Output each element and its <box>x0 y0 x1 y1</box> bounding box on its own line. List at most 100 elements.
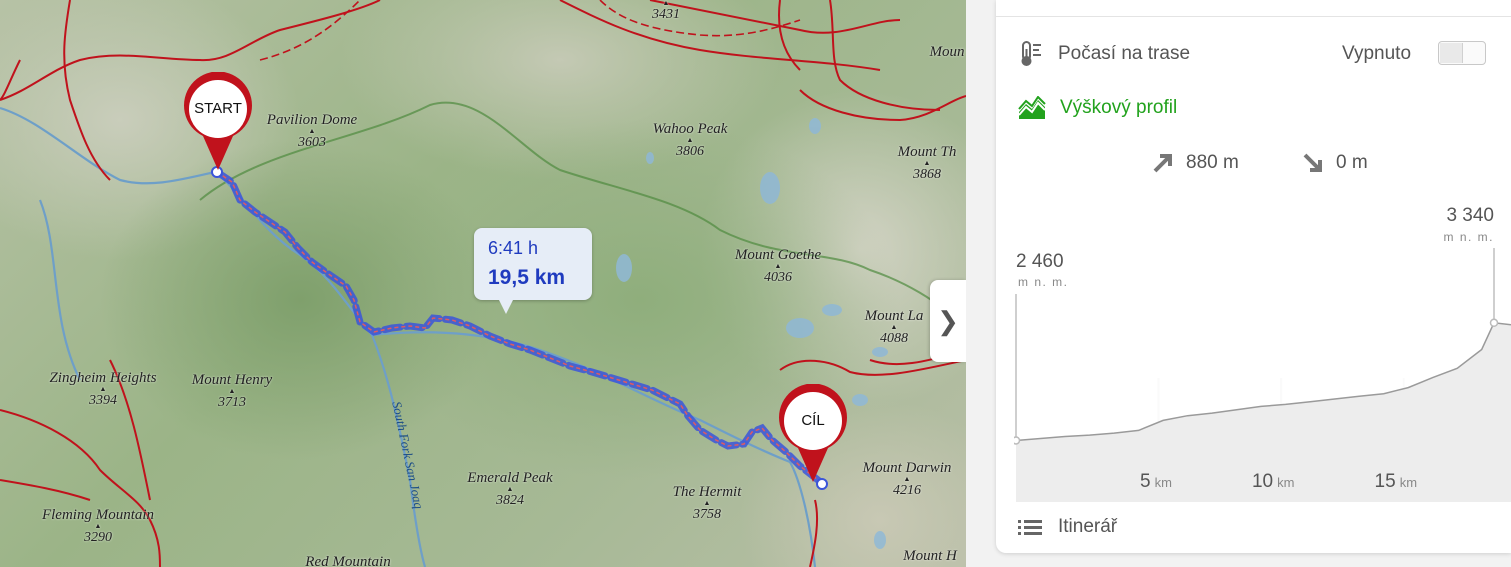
map-pin-icon <box>779 383 847 482</box>
peak-icon: ▲ <box>99 385 107 393</box>
start-marker-label: START <box>194 100 242 117</box>
itinerary-label: Itinerář <box>1058 516 1118 537</box>
elevation-profile-icon <box>1018 96 1046 119</box>
descent-value: 0 m <box>1336 152 1368 173</box>
peak-name: The Hermit <box>672 484 742 500</box>
peak-elevation: 4036 <box>763 270 792 285</box>
route-time: 6:41 h <box>488 238 539 258</box>
peak-elevation: 3603 <box>298 135 326 150</box>
peak-label: Mount Darwin ▲ 4216 <box>863 460 952 499</box>
start-elevation-unit: m n. m. <box>1018 275 1069 289</box>
peak-label: Wahoo Peak ▲ 3806 <box>653 121 728 160</box>
peak-icon: ▲ <box>228 387 236 395</box>
x-tick-label: 10 <box>1252 471 1273 492</box>
peak-label: Red Mountain <box>305 554 390 567</box>
peak-name: Mount Henry <box>191 372 273 388</box>
peak-name: Fleming Mountain <box>41 507 155 523</box>
peak-label: Mount Th ▲ 3868 <box>898 144 957 183</box>
map-view[interactable]: Pavilion Dome ▲ 3603 Wahoo Peak ▲ 3806 M… <box>0 0 966 567</box>
peak-icon: ▲ <box>308 127 316 135</box>
start-marker[interactable]: START <box>181 71 255 172</box>
peak-elevation: 3431 <box>652 7 680 22</box>
end-elevation-point <box>1489 318 1499 328</box>
peak-label: Zingheim Heights ▲ 3394 <box>49 370 156 409</box>
arrow-down-right-icon <box>1303 153 1322 172</box>
ascent-stat: 880 m <box>1152 152 1239 174</box>
start-elevation-value: 2 460 <box>1016 251 1064 272</box>
peak-elevation: 3290 <box>83 530 112 545</box>
end-marker-label: CÍL <box>801 412 825 429</box>
peak-label: Mount H <box>903 548 957 564</box>
route-card: Počasí na trase Vypnuto Výškový profil 8… <box>996 0 1511 553</box>
end-elevation-value: 3 340 <box>1446 205 1494 226</box>
x-tick-label: 5 <box>1140 471 1151 492</box>
weather-row: Počasí na trase <box>1018 39 1190 69</box>
peak-icon: ▲ <box>923 159 931 167</box>
start-elevation-point <box>1014 436 1021 445</box>
peak-label: Fleming Mountain ▲ 3290 <box>42 507 154 546</box>
peak-elevation: 4216 <box>892 483 921 498</box>
peak-name: Mount H <box>903 548 957 564</box>
peak-elevation: 4088 <box>879 331 908 346</box>
peak-icon: ▲ <box>774 262 782 270</box>
peak-elevation: 3758 <box>693 507 721 522</box>
peak-elevation: 3713 <box>218 395 246 410</box>
route-info-bubble: 6:41 h 19,5 km <box>474 228 592 314</box>
peak-icon: ▲ <box>890 323 898 331</box>
peak-label: Mount Goethe ▲ 4036 <box>735 247 821 286</box>
route-distance: 19,5 km <box>488 266 566 289</box>
peak-elevation: 3824 <box>495 493 524 508</box>
peak-icon: ▲ <box>94 522 102 530</box>
x-tick-label: 15 <box>1375 471 1396 492</box>
route-centerline <box>216 171 823 485</box>
divider <box>996 16 1511 17</box>
peak-name: Pavilion Dome <box>266 112 358 128</box>
chevron-right-icon: ❯ <box>937 305 959 336</box>
lakes <box>616 118 888 549</box>
peak-name: Emerald Peak <box>467 470 553 486</box>
peak-label: The Hermit ▲ 3758 <box>673 484 742 523</box>
route-path[interactable] <box>213 168 826 488</box>
weather-toggle[interactable] <box>1438 41 1486 65</box>
peak-name: Zingheim Heights <box>49 370 157 386</box>
x-tick-unit: km <box>1155 475 1172 490</box>
profile-label: Výškový profil <box>1060 97 1178 118</box>
peak-elevation: 3806 <box>675 144 704 159</box>
x-tick-unit: km <box>1400 475 1417 490</box>
side-panel: Počasí na trase Vypnuto Výškový profil 8… <box>966 0 1511 567</box>
end-marker[interactable]: CÍL <box>776 383 850 484</box>
weather-toggle-label: Vypnuto <box>1342 43 1412 64</box>
peak-name: Wahoo Peak <box>652 121 728 137</box>
peak-name: Red Mountain <box>305 554 391 567</box>
descent-stat: 0 m <box>1302 152 1368 174</box>
peak-label: Moun <box>930 44 965 60</box>
elevation-chart[interactable]: 2 460 m n. m. 3 340 m n. m. 5 km 10 km 15 km <box>1014 198 1511 504</box>
profile-row[interactable]: Výškový profil <box>1018 93 1177 123</box>
map-pin-icon <box>184 71 252 170</box>
peak-icon: ▲ <box>662 0 670 7</box>
x-tick-unit: km <box>1277 475 1294 490</box>
itinerary-row[interactable]: Itinerář <box>1018 516 1117 538</box>
peak-icon: ▲ <box>686 136 694 144</box>
peak-icon: ▲ <box>703 499 711 507</box>
peak-elevation: 3394 <box>89 393 117 408</box>
peak-icon: ▲ <box>903 475 911 483</box>
toggle-knob <box>1440 43 1463 63</box>
thermometer-icon <box>1021 41 1041 66</box>
ascent-value: 880 m <box>1186 152 1239 173</box>
peak-label: Mount Henry ▲ 3713 <box>192 372 272 411</box>
peak-name: Mount Th <box>897 144 957 160</box>
dashed-boundaries <box>259 0 801 61</box>
peak-label: ▲ 3431 <box>652 0 680 23</box>
peak-elevation: 3868 <box>912 167 941 182</box>
peak-name: Mount Goethe <box>734 247 822 263</box>
peak-label: Emerald Peak ▲ 3824 <box>467 470 552 509</box>
weather-label: Počasí na trase <box>1058 43 1191 64</box>
collapse-panel-button[interactable]: ❯ <box>930 280 966 362</box>
peak-icon: ▲ <box>506 485 514 493</box>
list-icon <box>1018 520 1042 535</box>
peak-name: Mount La <box>864 308 924 324</box>
peak-name: Moun <box>929 44 965 60</box>
peak-label: Pavilion Dome ▲ 3603 <box>267 112 357 151</box>
end-elevation-unit: m n. m. <box>1443 230 1494 244</box>
